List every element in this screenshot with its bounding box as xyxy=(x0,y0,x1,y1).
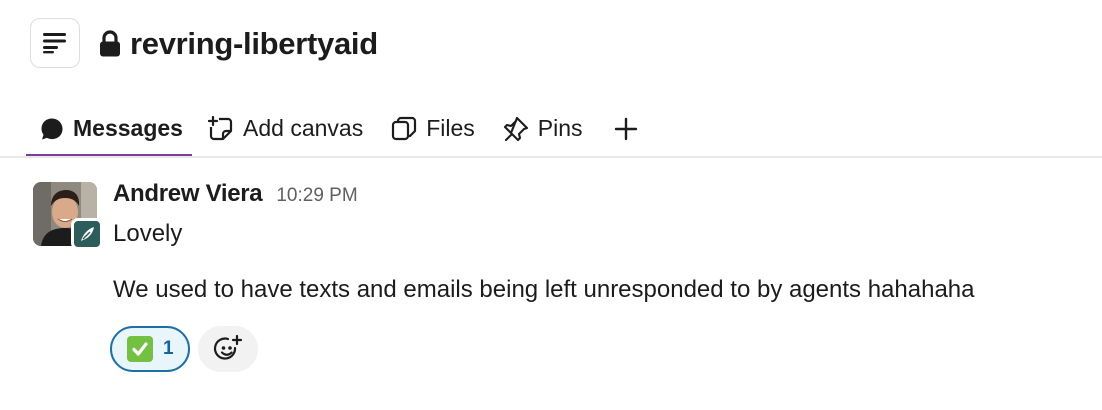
message-header: Andrew Viera 10:29 PM xyxy=(113,180,358,208)
channel-name: revring-libertyaid xyxy=(130,26,378,61)
tab-files[interactable]: Files xyxy=(377,100,489,157)
tab-pins-label: Pins xyxy=(537,115,583,141)
message-timestamp[interactable]: 10:29 PM xyxy=(276,185,357,207)
reaction-count: 1 xyxy=(163,338,174,359)
message: Andrew Viera 10:29 PM Lovely We used to … xyxy=(0,168,1102,398)
reactions-bar: 1 xyxy=(110,326,258,372)
pin-icon xyxy=(503,116,529,142)
tab-messages[interactable]: Messages xyxy=(26,100,192,157)
channel-header: revring-libertyaid xyxy=(0,0,1102,90)
messages-bubble-icon xyxy=(40,116,64,142)
message-text-line: We used to have texts and emails being l… xyxy=(113,276,975,303)
lock-icon xyxy=(98,30,122,58)
add-reaction-button[interactable] xyxy=(198,326,258,372)
tab-add-canvas-label: Add canvas xyxy=(243,115,364,141)
add-canvas-icon xyxy=(208,115,234,142)
channel-tabs: Messages Add canvas Files Pins xyxy=(26,100,651,157)
files-icon xyxy=(391,116,417,142)
message-text-line: Lovely xyxy=(113,220,183,247)
sender-name[interactable]: Andrew Viera xyxy=(113,180,263,208)
app-badge-icon xyxy=(71,218,103,250)
white-check-mark-icon xyxy=(127,336,153,362)
plus-icon xyxy=(613,116,639,142)
channel-list-icon xyxy=(43,33,66,54)
tab-messages-label: Messages xyxy=(73,115,183,141)
add-tab-button[interactable] xyxy=(601,100,651,157)
channel-list-button[interactable] xyxy=(30,18,80,68)
tab-files-label: Files xyxy=(426,115,475,141)
channel-title-button[interactable]: revring-libertyaid xyxy=(98,26,378,62)
tab-pins[interactable]: Pins xyxy=(489,100,597,157)
tab-add-canvas[interactable]: Add canvas xyxy=(198,100,377,157)
reaction-check[interactable]: 1 xyxy=(110,326,190,372)
tabs-divider xyxy=(0,156,1102,158)
add-reaction-icon xyxy=(213,334,243,360)
